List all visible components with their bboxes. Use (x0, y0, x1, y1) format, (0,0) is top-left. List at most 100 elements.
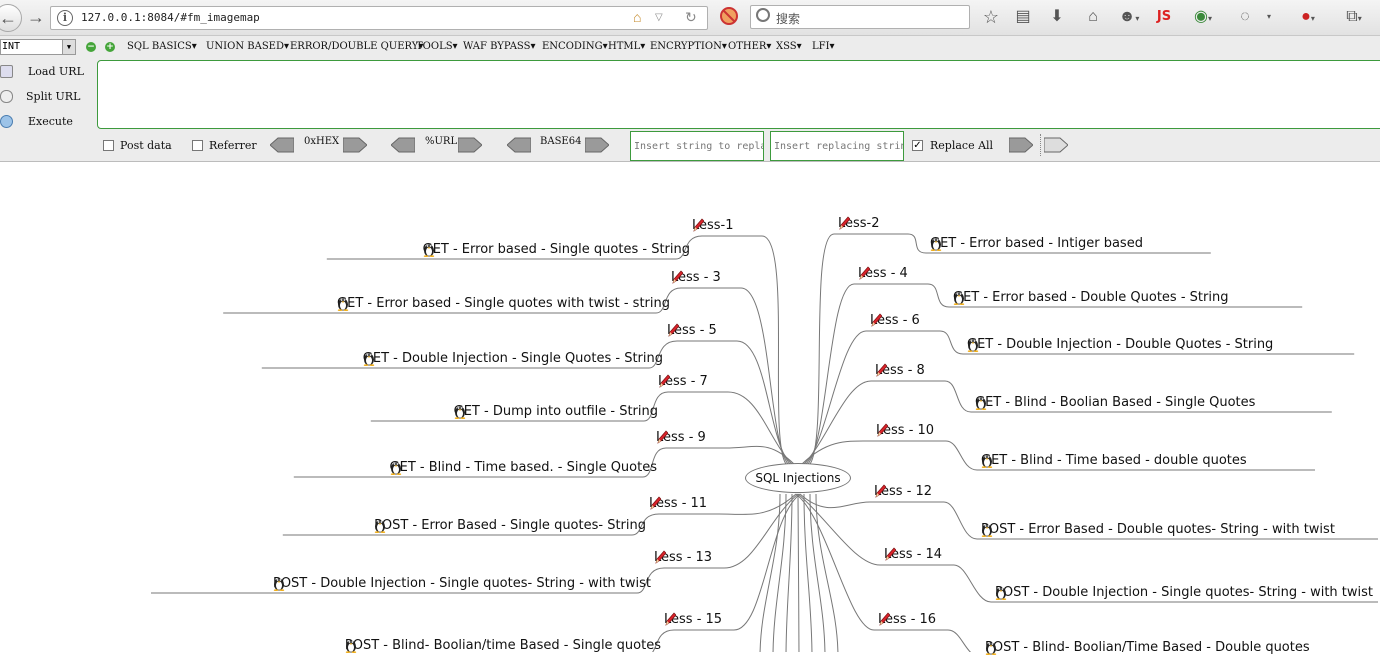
lesson-title-right-2[interactable]: GET - Double Injection - Double Quotes -… (967, 337, 1273, 353)
lesson-title-right-7[interactable]: POST - Blind- Boolian/Time Based - Doubl… (985, 640, 1310, 656)
home-icon[interactable]: ⌂ (1082, 6, 1104, 28)
plus-icon[interactable]: + (105, 42, 115, 52)
less-7-left-label[interactable]: Less - 15 (664, 612, 722, 628)
lesson-title-right-5[interactable]: POST - Error Based - Double quotes- Stri… (981, 522, 1335, 538)
lesson-title-left-1[interactable]: GET - Error based - Single quotes with t… (337, 296, 670, 312)
hex-encode-arrow-icon[interactable] (343, 137, 367, 153)
url-encode-arrow-icon[interactable] (458, 137, 482, 153)
overflow-dropdown-icon[interactable]: ▾ (1262, 6, 1276, 28)
split-url-button[interactable]: Split URL (0, 87, 95, 107)
replace-arrow-icon[interactable] (1009, 137, 1033, 153)
scissors-icon (0, 90, 13, 103)
less-6-right-label[interactable]: Less - 14 (884, 547, 942, 563)
linux-tux-icon (967, 339, 979, 352)
pencil-icon (655, 550, 666, 564)
lesson-title-right-6[interactable]: POST - Double Injection - Single quotes-… (995, 585, 1373, 601)
less-3-right-label[interactable]: Less - 8 (875, 363, 925, 379)
connector-line (945, 440, 978, 471)
less-0-left-label[interactable]: Less-1 (692, 218, 734, 234)
less-4-left-label[interactable]: Less - 9 (656, 430, 706, 446)
node-label: GET - Error based - Single quotes - Stri… (422, 242, 690, 257)
less-1-right-label[interactable]: Less - 4 (858, 266, 908, 282)
url-textarea[interactable] (97, 60, 1380, 129)
base64-encode-arrow-icon[interactable] (585, 137, 609, 153)
less-2-left-label[interactable]: Less - 5 (667, 323, 717, 339)
node-label: GET - Blind - Time based - double quotes (981, 453, 1247, 468)
less-5-left-label[interactable]: Less - 11 (649, 496, 707, 512)
minus-icon[interactable]: − (86, 42, 96, 52)
post-data-checkbox[interactable] (103, 140, 114, 151)
menu-encoding[interactable]: ENCODING▾ (542, 41, 608, 52)
menu-lfi[interactable]: LFI▾ (812, 41, 835, 52)
url-bar[interactable]: i 127.0.0.1:8084/#fm_imagemap ⌂ ▽ ↻ (50, 6, 708, 30)
connector-line (725, 445, 795, 465)
lesson-title-left-3[interactable]: GET - Dump into outfile - String (454, 404, 658, 420)
reading-list-icon[interactable]: ▤ (1012, 6, 1034, 28)
replace-all-checkbox[interactable]: ✓ (912, 140, 923, 151)
menu-union-based[interactable]: UNION BASED▾ (206, 41, 289, 52)
menu-sql-basics[interactable]: SQL BASICS▾ (127, 41, 197, 52)
site-info-icon[interactable]: i (57, 10, 73, 26)
lesson-title-left-0[interactable]: GET - Error based - Single quotes - Stri… (423, 242, 690, 258)
menu-encryption[interactable]: ENCRYPTION▾ (650, 41, 727, 52)
less-3-left-label[interactable]: Less - 7 (658, 374, 708, 390)
linux-tux-icon (981, 455, 993, 468)
menu-error-double-query[interactable]: ERROR/DOUBLE QUERY▾ (290, 41, 423, 52)
pencil-icon (657, 430, 668, 444)
center-node[interactable]: SQL Injections (745, 463, 851, 493)
history-dropdown-icon[interactable]: ▽ (655, 12, 663, 23)
connector-line (723, 493, 799, 569)
less-7-right-label[interactable]: Less - 16 (878, 612, 936, 628)
search-input[interactable]: 搜索 (750, 5, 970, 29)
hex-decode-arrow-icon[interactable] (270, 137, 294, 153)
less-6-left-label[interactable]: Less - 13 (654, 550, 712, 566)
less-4-right-label[interactable]: Less - 10 (876, 423, 934, 439)
lesson-title-left-6[interactable]: POST - Double Injection - Single quotes-… (273, 576, 651, 592)
reload-icon[interactable]: ↻ (685, 9, 697, 26)
download-icon[interactable]: ⬇ (1046, 6, 1068, 28)
replace-to-input[interactable]: Insert replacing string (770, 131, 904, 161)
firebug-addon-icon[interactable]: ●▾ (1292, 6, 1324, 28)
less-5-right-label[interactable]: Less - 12 (874, 484, 932, 500)
menu-tools[interactable]: TOOLS▾ (416, 41, 458, 52)
home-page-icon[interactable]: ⌂ (633, 9, 641, 25)
base64-decode-arrow-icon[interactable] (507, 137, 531, 153)
less-2-right-label[interactable]: Less - 6 (870, 313, 920, 329)
connector-line (805, 330, 867, 465)
menu-html[interactable]: HTML▾ (608, 41, 645, 52)
menu-other[interactable]: OTHER▾ (728, 41, 771, 52)
blocked-addon-icon[interactable] (718, 6, 740, 28)
replace-from-input[interactable]: Insert string to replace (630, 131, 764, 161)
forward-button[interactable]: → (26, 4, 46, 32)
bookmark-star-icon[interactable]: ☆ (980, 6, 1002, 28)
lesson-title-right-1[interactable]: GET - Error based - Double Quotes - Stri… (953, 290, 1228, 306)
url-decode-arrow-icon[interactable] (391, 137, 415, 153)
lesson-title-left-5[interactable]: POST - Error Based - Single quotes- Stri… (374, 518, 646, 534)
load-url-button[interactable]: Load URL (0, 62, 95, 82)
back-button[interactable]: ← (0, 4, 22, 32)
connector-line (953, 564, 992, 603)
menu-xss[interactable]: XSS▾ (776, 41, 802, 52)
referrer-checkbox[interactable] (192, 140, 203, 151)
url-encode-label: %URL (425, 136, 458, 147)
lesson-title-left-2[interactable]: GET - Double Injection - Single Quotes -… (363, 351, 663, 367)
undo-replace-arrow-icon[interactable] (1044, 137, 1068, 153)
lesson-title-right-3[interactable]: GET - Blind - Boolian Based - Single Quo… (975, 395, 1255, 411)
menu-waf-bypass[interactable]: WAF BYPASS▾ (463, 41, 535, 52)
pencil-icon (665, 612, 676, 626)
cookie-icon[interactable]: ◌ (1234, 6, 1256, 28)
lesson-title-right-4[interactable]: GET - Blind - Time based - double quotes (981, 453, 1247, 469)
addon-face-icon[interactable]: ☻▾ (1114, 6, 1144, 28)
globe-addon-icon[interactable]: ◉▾ (1188, 6, 1218, 28)
connector-line (939, 330, 964, 355)
lesson-title-right-0[interactable]: GET - Error based - Intiger based (930, 236, 1143, 252)
lesson-title-left-4[interactable]: GET - Blind - Time based. - Single Quote… (390, 460, 657, 476)
less-0-right-label[interactable]: Less-2 (838, 216, 880, 232)
pencil-icon (876, 363, 887, 377)
less-1-left-label[interactable]: Less - 3 (671, 270, 721, 286)
int-select[interactable]: INT ▼ (0, 39, 76, 55)
window-menu-icon[interactable]: ⧉▾ (1340, 6, 1368, 28)
linux-tux-icon (337, 298, 349, 311)
js-toggle-icon[interactable]: JS (1152, 6, 1176, 28)
execute-button[interactable]: Execute (0, 112, 95, 132)
